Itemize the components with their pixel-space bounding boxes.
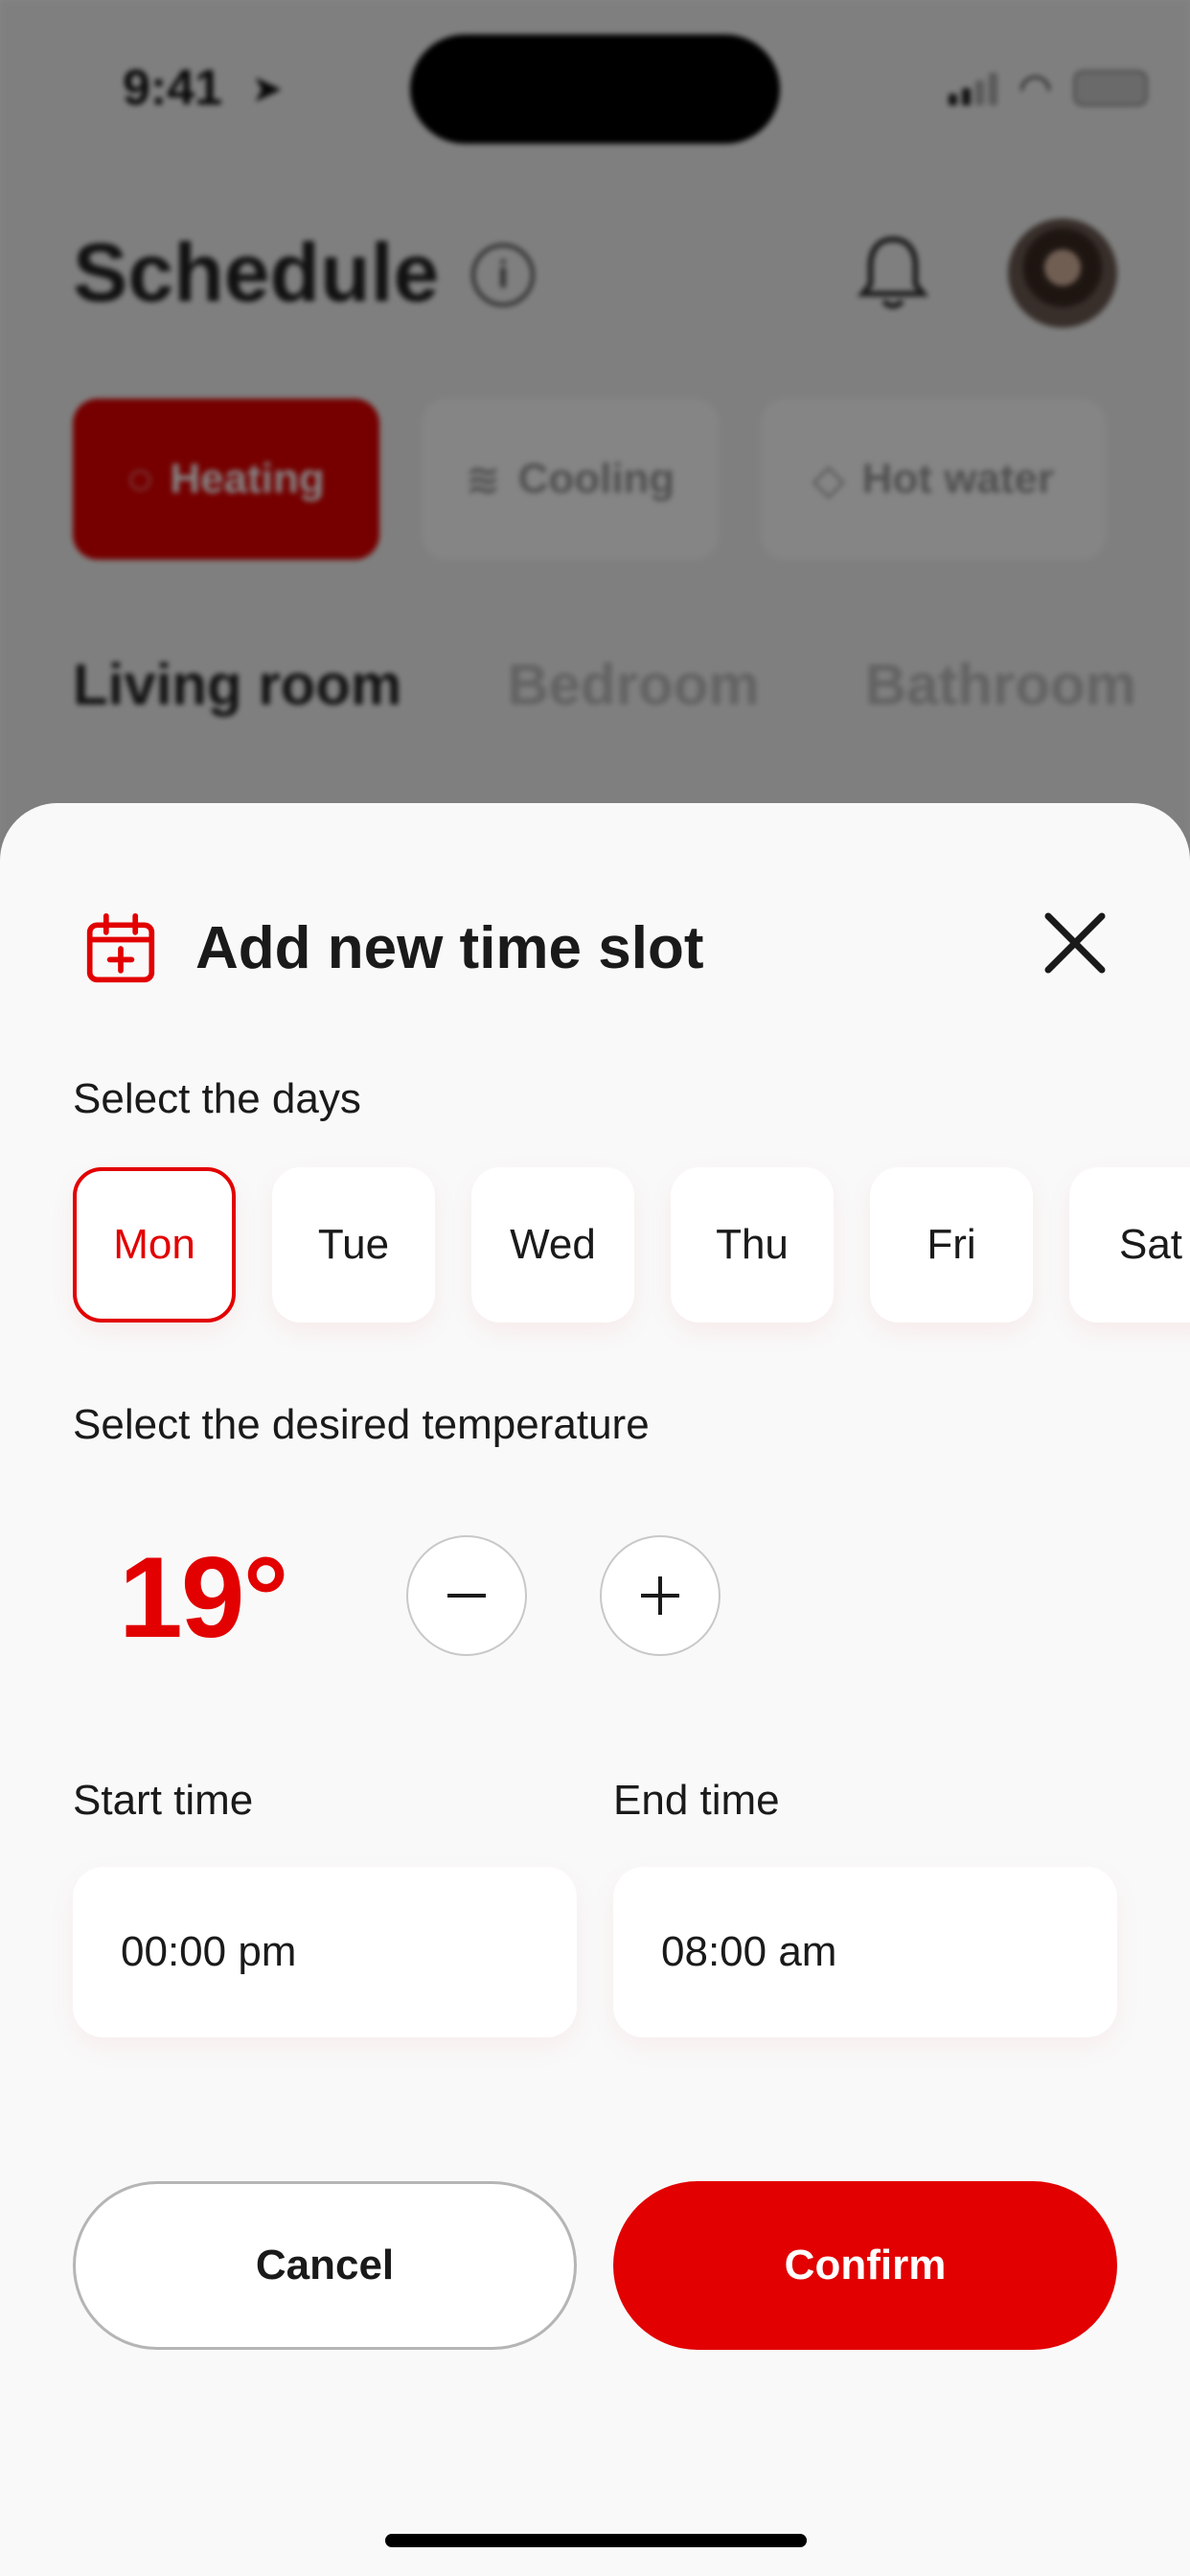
day-chip-thu[interactable]: Thu <box>671 1167 834 1322</box>
end-time-field[interactable]: 08:00 am <box>613 1867 1117 2037</box>
calendar-add-icon <box>86 912 155 983</box>
day-chip-mon[interactable]: Mon <box>73 1167 236 1322</box>
home-indicator[interactable] <box>385 2534 807 2547</box>
day-chip-tue[interactable]: Tue <box>272 1167 435 1322</box>
minus-icon <box>447 1594 486 1598</box>
close-icon[interactable] <box>1042 910 1108 976</box>
days-label: Select the days <box>73 1075 361 1122</box>
confirm-button[interactable]: Confirm <box>613 2181 1117 2350</box>
start-time-label: Start time <box>73 1777 254 1824</box>
sheet-title: Add new time slot <box>195 915 704 981</box>
decrease-temperature-button[interactable] <box>406 1535 527 1656</box>
day-chip-fri[interactable]: Fri <box>870 1167 1033 1322</box>
plus-icon <box>641 1576 679 1615</box>
cancel-button[interactable]: Cancel <box>73 2181 577 2350</box>
end-time-label: End time <box>613 1777 780 1824</box>
temperature-value: 19° <box>119 1533 288 1662</box>
temperature-label: Select the desired temperature <box>73 1401 650 1448</box>
increase-temperature-button[interactable] <box>600 1535 721 1656</box>
day-selector: Mon Tue Wed Thu Fri Sat <box>73 1167 1190 1322</box>
add-time-slot-sheet: Add new time slot Select the days Mon Tu… <box>0 803 1190 2576</box>
day-chip-wed[interactable]: Wed <box>471 1167 634 1322</box>
start-time-field[interactable]: 00:00 pm <box>73 1867 577 2037</box>
day-chip-sat[interactable]: Sat <box>1069 1167 1190 1322</box>
